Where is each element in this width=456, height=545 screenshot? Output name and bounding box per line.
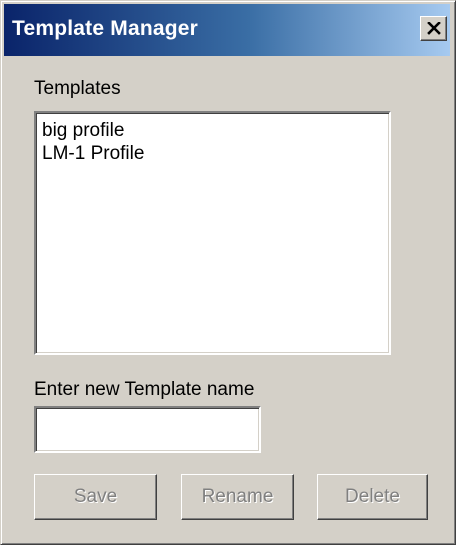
- templates-listbox[interactable]: big profile LM-1 Profile: [34, 111, 391, 355]
- delete-button[interactable]: Delete: [317, 474, 428, 520]
- template-manager-window: Template Manager Templates big profile L…: [0, 0, 456, 545]
- title-bar[interactable]: Template Manager: [4, 4, 450, 56]
- save-button[interactable]: Save: [34, 474, 157, 520]
- templates-label: Templates: [34, 78, 121, 99]
- list-item[interactable]: LM-1 Profile: [42, 142, 383, 165]
- list-item[interactable]: big profile: [42, 119, 383, 142]
- template-name-input[interactable]: [34, 406, 261, 453]
- rename-button[interactable]: Rename: [181, 474, 294, 520]
- window-title: Template Manager: [12, 17, 199, 40]
- close-button[interactable]: [420, 16, 447, 41]
- close-icon: [426, 22, 441, 35]
- new-template-name-label: Enter new Template name: [34, 379, 255, 400]
